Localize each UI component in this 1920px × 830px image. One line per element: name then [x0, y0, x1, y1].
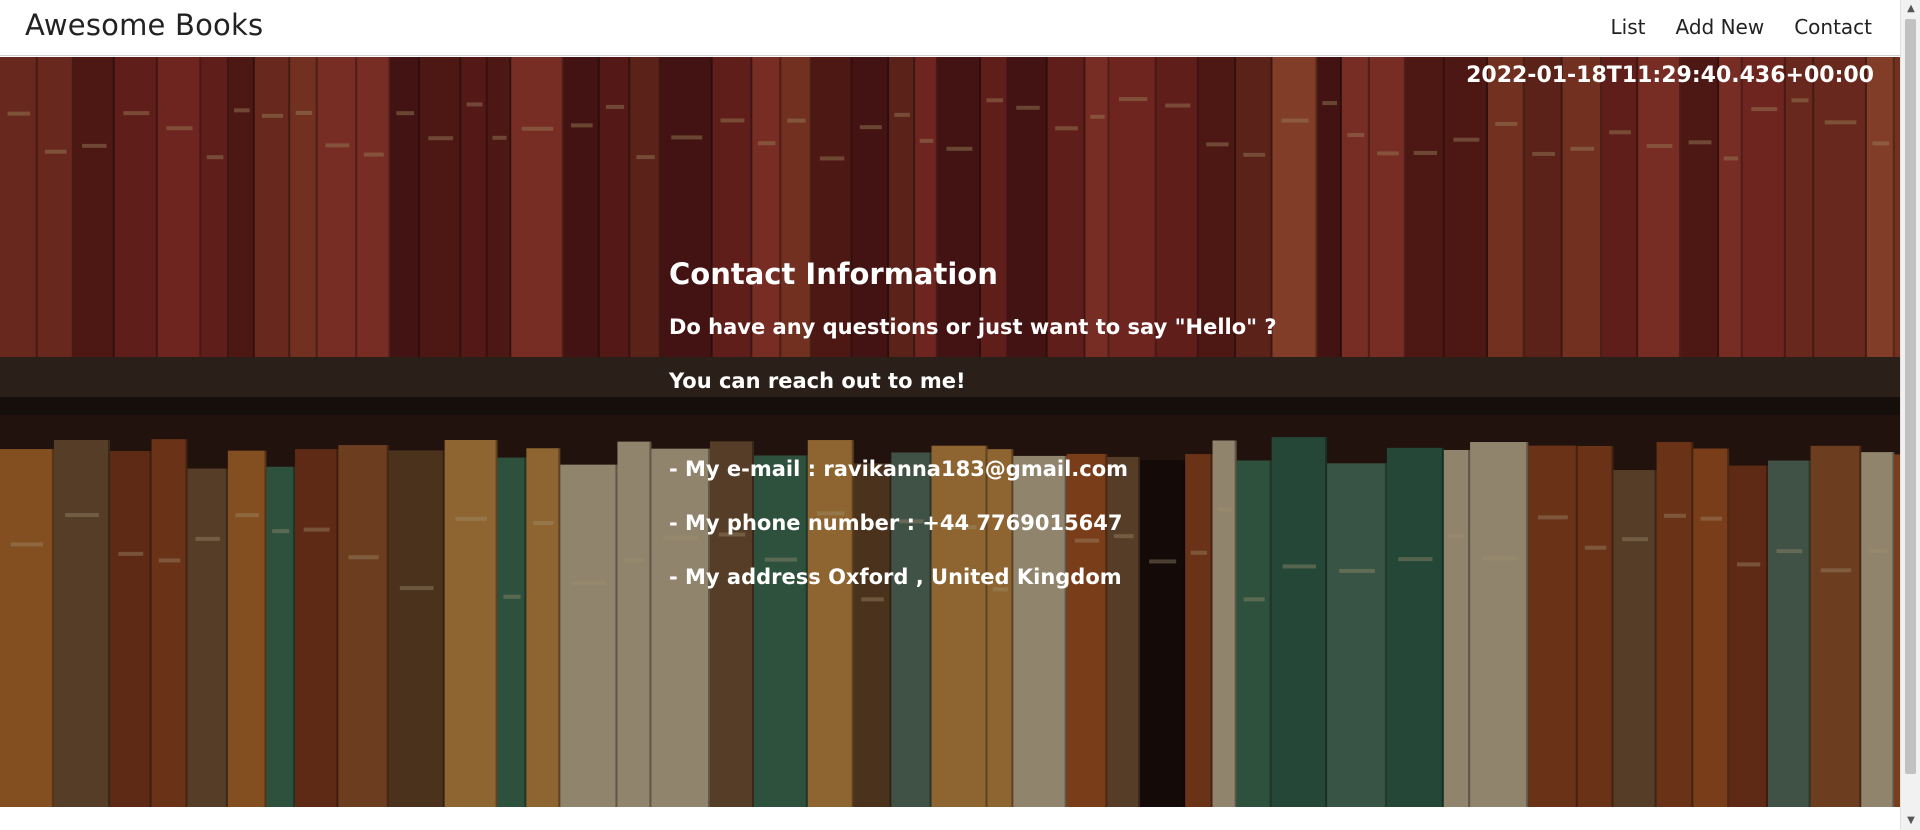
nav-links: List Add New Contact: [1611, 15, 1872, 39]
scrollbar-thumb[interactable]: [1905, 19, 1916, 774]
nav-link-list[interactable]: List: [1611, 15, 1646, 39]
navbar: Awesome Books List Add New Contact: [0, 0, 1900, 56]
contact-hero: 2022-01-18T11:29:40.436+00:00 Contact In…: [0, 57, 1900, 807]
contact-title: Contact Information: [669, 257, 998, 291]
contact-address: - My address Oxford , United Kingdom: [669, 565, 1122, 589]
brand-logo[interactable]: Awesome Books: [25, 8, 263, 42]
scroll-down-icon[interactable]: ▼: [1901, 812, 1920, 830]
contact-email: - My e-mail : ravikanna183@gmail.com: [669, 457, 1129, 481]
footer: [0, 807, 1900, 830]
contact-intro: Do have any questions or just want to sa…: [669, 315, 1277, 339]
vertical-scrollbar[interactable]: ▲ ▼: [1900, 0, 1920, 830]
nav-link-add-new[interactable]: Add New: [1675, 15, 1764, 39]
scroll-up-icon[interactable]: ▲: [1901, 0, 1920, 18]
contact-phone: - My phone number : +44 7769015647: [669, 511, 1123, 535]
contact-reach: You can reach out to me!: [669, 369, 966, 393]
nav-link-contact[interactable]: Contact: [1794, 15, 1872, 39]
date-time: 2022-01-18T11:29:40.436+00:00: [1466, 63, 1874, 88]
contact-info: Contact Information Do have any question…: [669, 257, 1369, 617]
